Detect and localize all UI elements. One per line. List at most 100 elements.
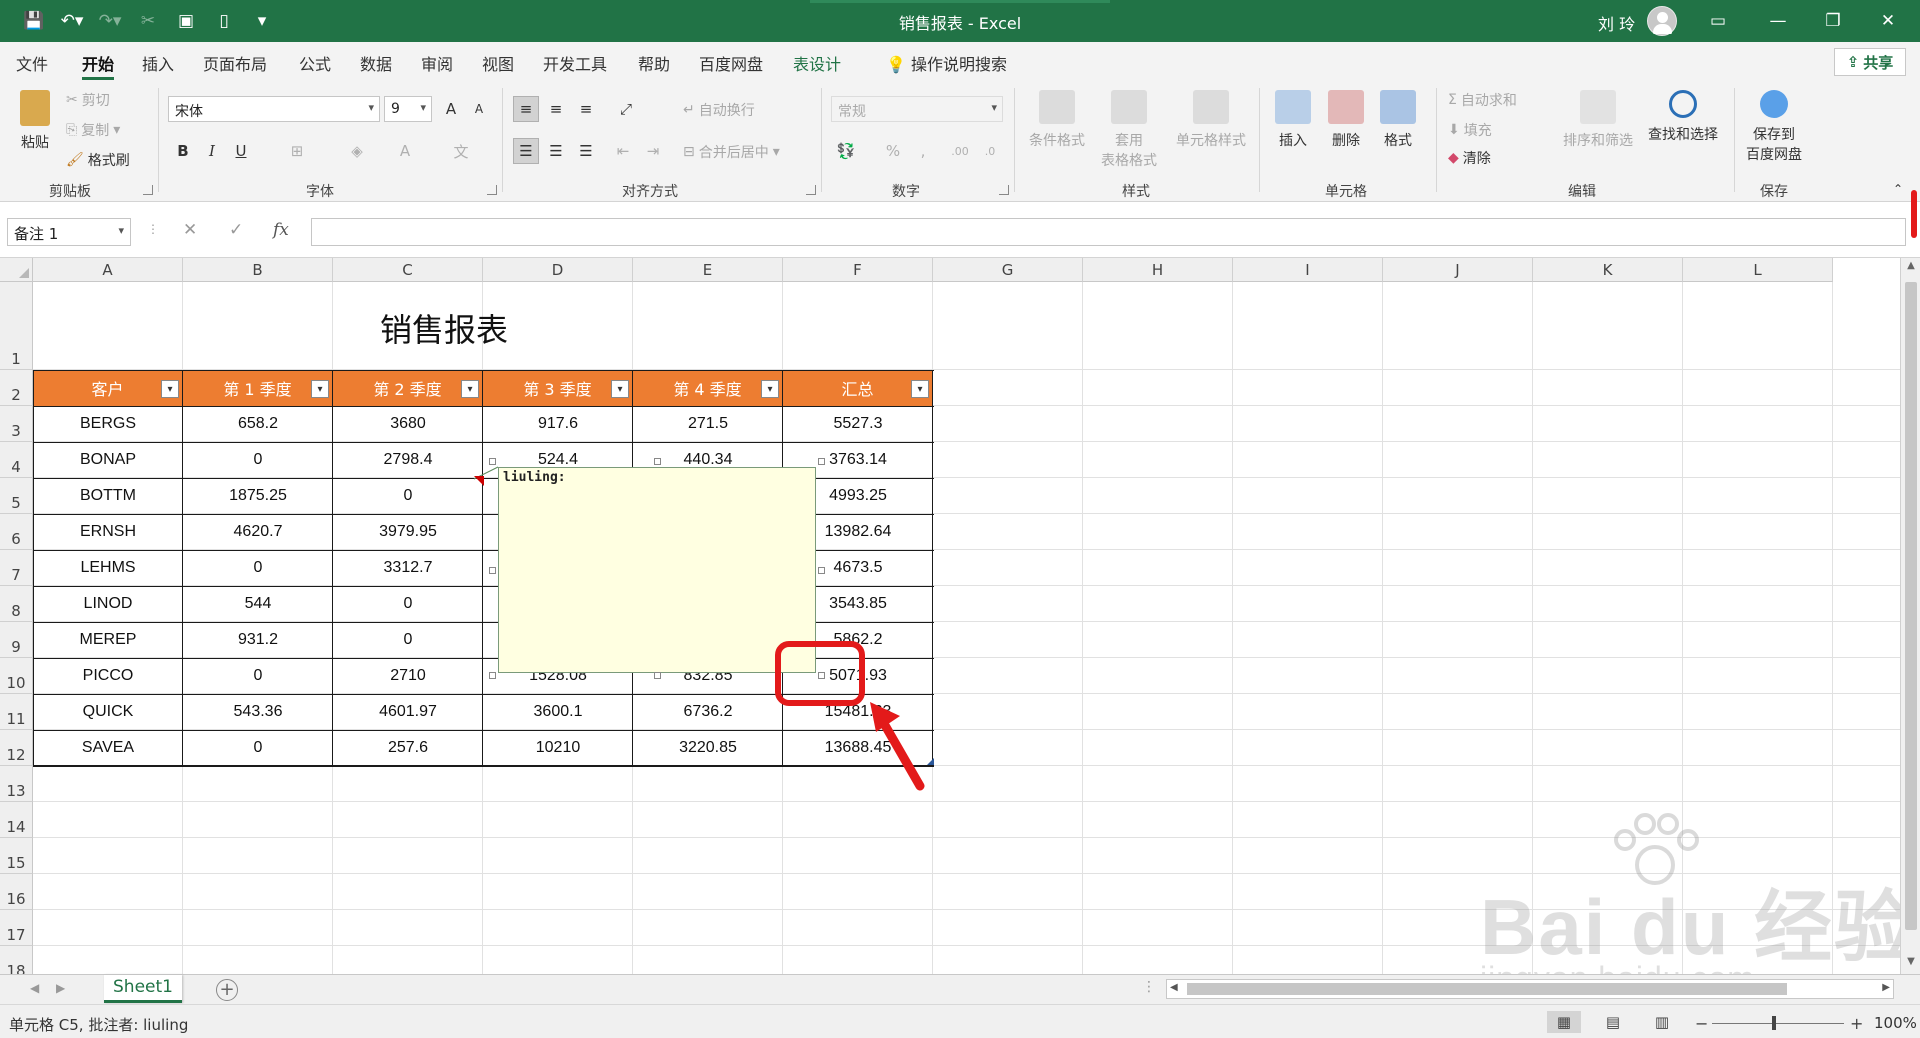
table-resize-handle[interactable] xyxy=(927,758,934,765)
row-header[interactable]: 16 xyxy=(0,874,33,910)
sheet-title[interactable]: 销售报表 xyxy=(380,305,508,351)
tab-baidu-netdisk[interactable]: 百度网盘 xyxy=(699,51,763,75)
font-color-button[interactable]: A xyxy=(392,138,418,164)
cell-styles-button[interactable]: 单元格样式 xyxy=(1168,90,1254,150)
format-painter-button[interactable]: 🖌 格式刷 xyxy=(66,150,130,170)
filter-dropdown-icon[interactable]: ▾ xyxy=(911,380,929,398)
row-header[interactable]: 5 xyxy=(0,478,33,514)
scroll-down-icon[interactable]: ▼ xyxy=(1903,956,1919,972)
normal-view-icon[interactable]: ▦ xyxy=(1547,1011,1581,1033)
wrap-text-button[interactable]: ↵ 自动换行 xyxy=(683,100,755,120)
column-header[interactable]: A xyxy=(33,258,183,282)
column-header[interactable]: L xyxy=(1683,258,1833,282)
row-header[interactable]: 4 xyxy=(0,442,33,478)
scroll-up-icon[interactable]: ▲ xyxy=(1903,260,1919,276)
number-launcher-icon[interactable] xyxy=(999,185,1009,195)
copy-button[interactable]: ⎘ 复制 ▾ xyxy=(66,120,120,140)
resize-handle[interactable] xyxy=(489,458,496,465)
customer-cell[interactable]: ERNSH xyxy=(33,514,183,550)
tab-insert[interactable]: 插入 xyxy=(142,51,174,75)
row-header[interactable]: 10 xyxy=(0,658,33,694)
row-header[interactable]: 18 xyxy=(0,946,33,974)
comment-box[interactable]: liuling: xyxy=(498,467,816,673)
value-cell[interactable]: 2798.4 xyxy=(333,442,483,478)
number-format-select[interactable]: 常规 xyxy=(831,96,1003,122)
row-header[interactable]: 11 xyxy=(0,694,33,730)
column-header[interactable]: H xyxy=(1083,258,1233,282)
increase-decimal-icon[interactable]: .00 xyxy=(947,138,973,164)
decrease-decimal-icon[interactable]: .0 xyxy=(977,138,1003,164)
scroll-right-icon[interactable]: ▶ xyxy=(1882,982,1890,993)
zoom-slider-knob[interactable] xyxy=(1772,1016,1776,1030)
prev-sheet-icon[interactable]: ◀ xyxy=(30,981,39,995)
avatar[interactable] xyxy=(1647,6,1677,36)
filter-dropdown-icon[interactable]: ▾ xyxy=(311,380,329,398)
value-cell[interactable]: 0 xyxy=(333,478,483,514)
italic-button[interactable]: I xyxy=(199,138,225,164)
value-cell[interactable]: 3600.1 xyxy=(483,694,633,730)
format-as-table-button[interactable]: 套用 表格格式 xyxy=(1090,90,1168,170)
row-header[interactable]: 3 xyxy=(0,406,33,442)
value-cell[interactable]: 4620.7 xyxy=(183,514,333,550)
column-header[interactable]: K xyxy=(1533,258,1683,282)
next-sheet-icon[interactable]: ▶ xyxy=(56,981,65,995)
resize-handle[interactable] xyxy=(818,567,825,574)
customer-cell[interactable]: PICCO xyxy=(33,658,183,694)
resize-handle[interactable] xyxy=(654,458,661,465)
horizontal-scroll-thumb[interactable] xyxy=(1187,983,1787,995)
value-cell[interactable]: 658.2 xyxy=(183,406,333,442)
column-header[interactable]: B xyxy=(183,258,333,282)
insert-function-icon[interactable]: fx xyxy=(273,220,289,240)
filter-dropdown-icon[interactable]: ▾ xyxy=(761,380,779,398)
value-cell[interactable]: 4601.97 xyxy=(333,694,483,730)
tab-view[interactable]: 视图 xyxy=(482,51,514,75)
row-header[interactable]: 6 xyxy=(0,514,33,550)
align-top-button[interactable]: ≡ xyxy=(513,96,539,122)
value-cell[interactable]: 10210 xyxy=(483,730,633,766)
sheet-tab[interactable]: Sheet1 xyxy=(104,975,182,1003)
bold-button[interactable]: B xyxy=(170,138,196,164)
row-header[interactable]: 9 xyxy=(0,622,33,658)
split-grip-icon[interactable]: ⋮ xyxy=(1142,979,1156,995)
orientation-icon[interactable]: ⤢ xyxy=(613,96,639,122)
tab-table-design[interactable]: 表设计 xyxy=(793,51,841,75)
column-header[interactable]: E xyxy=(633,258,783,282)
insert-cells-button[interactable]: 插入 xyxy=(1270,90,1316,150)
percent-button[interactable]: % xyxy=(880,138,906,164)
tab-review[interactable]: 审阅 xyxy=(421,51,453,75)
alignment-launcher-icon[interactable] xyxy=(806,185,816,195)
column-header[interactable]: D xyxy=(483,258,633,282)
font-name-select[interactable]: 宋体 xyxy=(168,96,380,122)
minimize-icon[interactable]: — xyxy=(1763,7,1793,35)
shrink-font-button[interactable]: A xyxy=(466,96,492,122)
fill-color-icon[interactable]: ◈ xyxy=(344,138,370,164)
align-right-button[interactable]: ☰ xyxy=(573,138,599,164)
column-header[interactable]: I xyxy=(1233,258,1383,282)
vertical-scrollbar[interactable]: ▲ ▼ xyxy=(1900,258,1920,974)
row-header[interactable]: 12 xyxy=(0,730,33,766)
align-middle-button[interactable]: ≡ xyxy=(543,96,569,122)
row-header[interactable]: 1 xyxy=(0,282,33,370)
formula-input[interactable] xyxy=(311,218,1906,246)
underline-button[interactable]: U xyxy=(228,138,254,164)
customer-cell[interactable]: BERGS xyxy=(33,406,183,442)
maximize-icon[interactable]: ❐ xyxy=(1818,7,1848,35)
tab-file[interactable]: 文件 xyxy=(16,51,48,75)
close-icon[interactable]: ✕ xyxy=(1873,7,1903,35)
font-size-select[interactable]: 9 xyxy=(384,96,432,122)
horizontal-scrollbar[interactable]: ◀ ▶ xyxy=(1166,979,1894,999)
border-icon[interactable]: ⊞ xyxy=(284,138,310,164)
value-cell[interactable]: 543.36 xyxy=(183,694,333,730)
zoom-level[interactable]: 100% xyxy=(1874,1014,1917,1032)
ribbon-display-icon[interactable]: ▭ xyxy=(1703,7,1733,35)
phonetic-button[interactable]: 文 xyxy=(448,138,474,164)
tab-home[interactable]: 开始 xyxy=(82,51,115,80)
align-left-button[interactable]: ☰ xyxy=(513,138,539,164)
page-layout-view-icon[interactable]: ▤ xyxy=(1596,1011,1630,1033)
font-launcher-icon[interactable] xyxy=(487,185,497,195)
customer-cell[interactable]: MEREP xyxy=(33,622,183,658)
customer-cell[interactable]: BOTTM xyxy=(33,478,183,514)
filter-dropdown-icon[interactable]: ▾ xyxy=(161,380,179,398)
tell-me-search[interactable]: 💡 操作说明搜索 xyxy=(886,51,1007,75)
zoom-slider[interactable] xyxy=(1712,1023,1844,1024)
